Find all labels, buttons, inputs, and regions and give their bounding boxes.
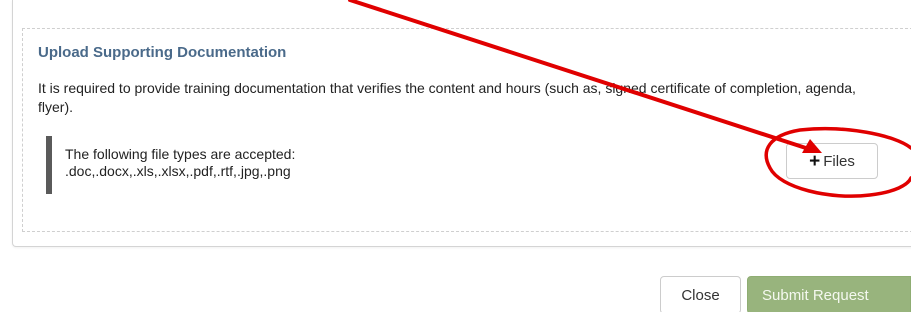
upload-dropzone[interactable]: Upload Supporting Documentation It is re… [22, 28, 911, 232]
close-button[interactable]: Close [660, 276, 741, 312]
accepted-filetypes-list: .doc,.docx,.xls,.xlsx,.pdf,.rtf,.jpg,.pn… [65, 163, 291, 179]
add-files-button[interactable]: + Files [786, 143, 878, 179]
accepted-filetypes-callout: The following file types are accepted: .… [46, 136, 295, 194]
upload-title: Upload Supporting Documentation [38, 44, 287, 61]
dialog-stage: Upload Supporting Documentation It is re… [0, 0, 911, 312]
plus-icon: + [809, 150, 821, 172]
add-files-label: Files [823, 152, 855, 170]
submit-request-button[interactable]: Submit Request [747, 276, 911, 312]
accepted-filetypes-label: The following file types are accepted: [65, 146, 296, 162]
upload-description: It is required to provide training docum… [38, 80, 856, 115]
